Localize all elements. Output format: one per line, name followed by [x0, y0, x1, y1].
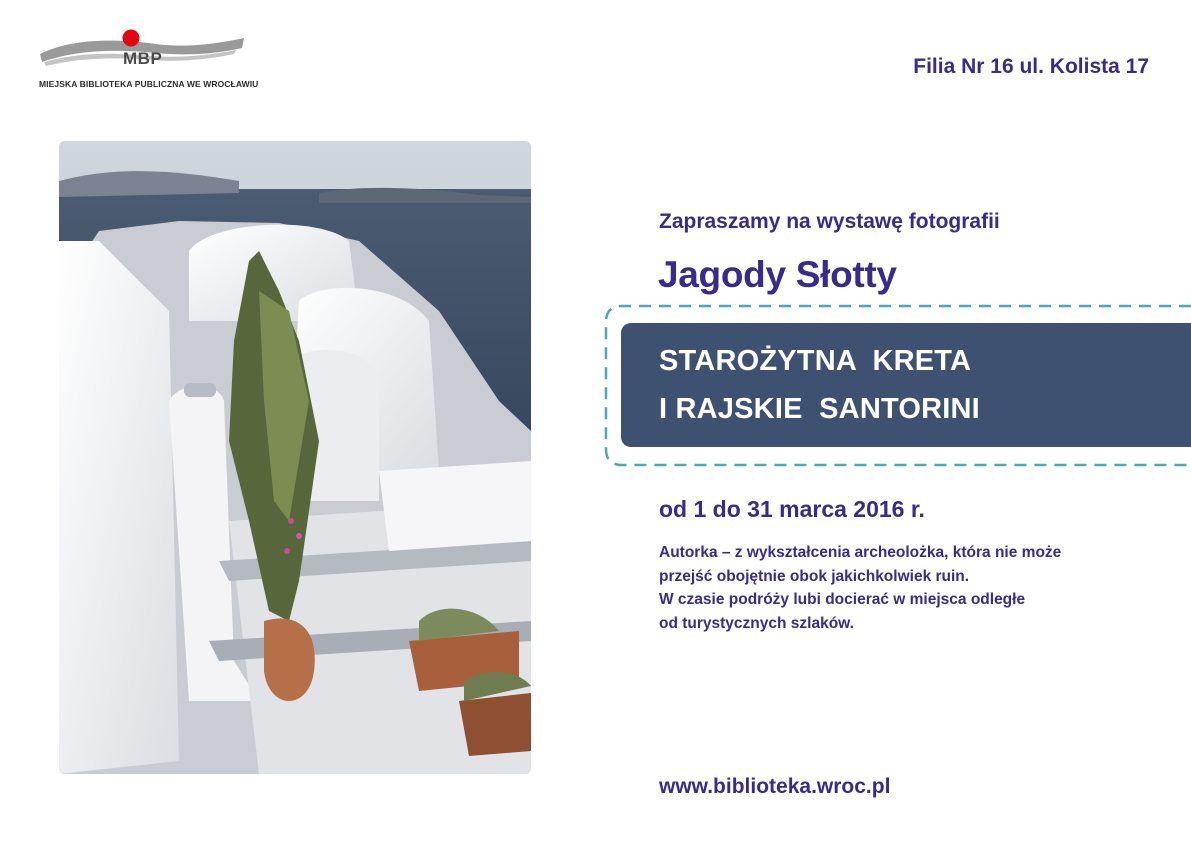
- author-name: Jagody Słotty: [658, 254, 897, 295]
- branch-address: Filia Nr 16 ul. Kolista 17: [913, 55, 1149, 78]
- description-line: od turystycznych szlaków.: [659, 614, 854, 632]
- exhibition-title-line2: I RAJSKIE SANTORINI: [659, 393, 980, 425]
- logo-abbr: MBP: [123, 49, 163, 68]
- exhibition-dates: od 1 do 31 marca 2016 r.: [659, 496, 925, 522]
- invitation-text: Zapraszamy na wystawę fotografii: [659, 210, 1000, 233]
- exhibition-title-line1: STAROŻYTNA KRETA: [659, 345, 972, 377]
- author-description: Autorka – z wykształcenia archeolożka, k…: [659, 541, 1159, 635]
- exhibition-photo: [59, 141, 531, 774]
- website-link[interactable]: www.biblioteka.wroc.pl: [659, 775, 890, 799]
- description-line: Autorka – z wykształcenia archeolożka, k…: [659, 544, 1062, 561]
- exhibition-title-box: STAROŻYTNA KRETA I RAJSKIE SANTORINI: [621, 323, 1191, 447]
- description-line: przejść obojętnie obok jakichkolwiek rui…: [659, 567, 970, 585]
- description-line: W czasie podróży lubi docierać w miejsca…: [659, 591, 1026, 608]
- logo-full-name: MIEJSKA BIBLIOTEKA PUBLICZNA WE WROCŁAWI…: [39, 79, 259, 89]
